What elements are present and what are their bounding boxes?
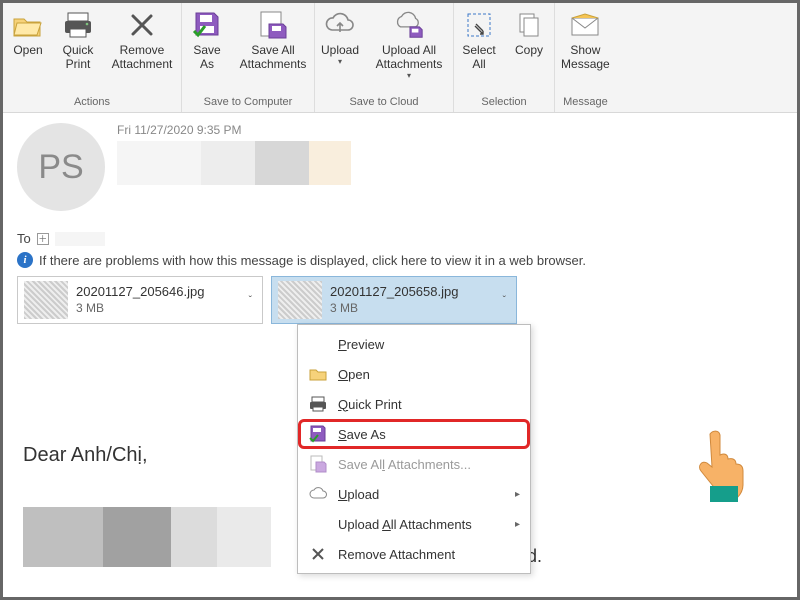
ctx-save-all: Save All Attachments... bbox=[298, 449, 530, 479]
remove-attachment-button[interactable]: Remove Attachment bbox=[103, 5, 181, 94]
x-icon bbox=[126, 9, 158, 41]
upload-all-label: Upload All Attachments bbox=[376, 43, 443, 71]
copy-button[interactable]: Copy bbox=[504, 5, 554, 94]
ctx-open[interactable]: Open bbox=[298, 359, 530, 389]
save-as-button[interactable]: Save As bbox=[182, 5, 232, 94]
message-header: PS Fri 11/27/2020 9:35 PM bbox=[17, 123, 783, 211]
blank-icon bbox=[308, 334, 328, 354]
ctx-save-as[interactable]: Save As bbox=[298, 419, 530, 449]
info-text: If there are problems with how this mess… bbox=[39, 253, 586, 268]
ribbon: Open Quick Print Remove Attachment Actio… bbox=[3, 3, 797, 113]
printer-icon bbox=[62, 9, 94, 41]
folder-open-icon bbox=[12, 9, 44, 41]
ribbon-group-save-cloud: Upload ▾ Upload All Attachments ▾ Save t… bbox=[315, 3, 454, 112]
timestamp: Fri 11/27/2020 9:35 PM bbox=[117, 123, 783, 137]
show-message-button[interactable]: Show Message bbox=[555, 5, 616, 94]
attachment-name: 20201127_205658.jpg bbox=[330, 284, 491, 300]
copy-label: Copy bbox=[515, 43, 543, 57]
open-label: Open bbox=[13, 43, 42, 57]
submenu-arrow-icon: ▸ bbox=[515, 519, 520, 530]
ribbon-group-message: Show Message Message bbox=[555, 3, 616, 112]
open-button[interactable]: Open bbox=[3, 5, 53, 94]
message-area: PS Fri 11/27/2020 9:35 PM To ＋ i If ther… bbox=[3, 113, 797, 577]
cloud-upload-icon bbox=[324, 9, 356, 41]
attachment-thumb-icon bbox=[278, 281, 322, 319]
ribbon-group-selection: Select All Copy Selection bbox=[454, 3, 555, 112]
to-row: To ＋ bbox=[17, 231, 783, 246]
submenu-arrow-icon: ▸ bbox=[515, 489, 520, 500]
copy-icon bbox=[513, 9, 545, 41]
attachment-thumb-icon bbox=[24, 281, 68, 319]
chevron-down-icon[interactable]: ˇ bbox=[499, 295, 510, 306]
quick-print-button[interactable]: Quick Print bbox=[53, 5, 103, 94]
info-bar[interactable]: i If there are problems with how this me… bbox=[17, 252, 783, 268]
select-all-button[interactable]: Select All bbox=[454, 5, 504, 94]
attachment-context-menu: Preview Open Quick Print Save As bbox=[297, 324, 531, 574]
x-icon bbox=[308, 544, 328, 564]
attachment-name: 20201127_205646.jpg bbox=[76, 284, 237, 300]
avatar: PS bbox=[17, 123, 105, 211]
ribbon-group-label-message: Message bbox=[563, 94, 608, 112]
chevron-down-icon: ▾ bbox=[407, 71, 411, 80]
info-icon: i bbox=[17, 252, 33, 268]
save-check-icon bbox=[308, 424, 328, 444]
folder-icon bbox=[308, 364, 328, 384]
ribbon-group-label-selection: Selection bbox=[481, 94, 526, 112]
ctx-upload-all[interactable]: Upload All Attachments ▸ bbox=[298, 509, 530, 539]
save-all-label: Save All Attachments bbox=[240, 43, 307, 71]
to-label: To bbox=[17, 231, 31, 246]
ribbon-group-save-computer: Save As Save All Attachments Save to Com… bbox=[182, 3, 315, 112]
ribbon-group-actions: Open Quick Print Remove Attachment Actio… bbox=[3, 3, 182, 112]
upload-label: Upload bbox=[321, 43, 359, 57]
remove-attachment-label: Remove Attachment bbox=[112, 43, 173, 71]
ctx-remove-attachment[interactable]: Remove Attachment bbox=[298, 539, 530, 569]
upload-button[interactable]: Upload ▾ bbox=[315, 5, 365, 94]
chevron-down-icon[interactable]: ˇ bbox=[245, 295, 256, 306]
quick-print-label: Quick Print bbox=[63, 43, 94, 71]
save-all-attachments-button[interactable]: Save All Attachments bbox=[232, 5, 314, 94]
ribbon-group-label-save-computer: Save to Computer bbox=[204, 94, 293, 112]
save-as-label: Save As bbox=[193, 43, 220, 71]
ctx-upload[interactable]: Upload ▸ bbox=[298, 479, 530, 509]
ctx-preview[interactable]: Preview bbox=[298, 329, 530, 359]
envelope-icon bbox=[569, 9, 601, 41]
cloud-icon bbox=[308, 484, 328, 504]
upload-all-button[interactable]: Upload All Attachments ▾ bbox=[365, 5, 453, 94]
attachment-card[interactable]: 20201127_205646.jpg 3 MB ˇ bbox=[17, 276, 263, 324]
attachment-size: 3 MB bbox=[330, 300, 491, 316]
save-all-icon bbox=[257, 9, 289, 41]
select-all-label: Select All bbox=[462, 43, 495, 71]
avatar-initials: PS bbox=[38, 148, 83, 187]
cloud-upload-all-icon bbox=[393, 9, 425, 41]
chevron-down-icon: ▾ bbox=[338, 57, 342, 66]
expand-recipients-icon[interactable]: ＋ bbox=[37, 233, 49, 245]
attachment-card-selected[interactable]: 20201127_205658.jpg 3 MB ˇ bbox=[271, 276, 517, 324]
save-check-icon bbox=[191, 9, 223, 41]
ctx-quick-print[interactable]: Quick Print bbox=[298, 389, 530, 419]
printer-icon bbox=[308, 394, 328, 414]
attachments: 20201127_205646.jpg 3 MB ˇ 20201127_2056… bbox=[17, 276, 783, 324]
show-message-label: Show Message bbox=[561, 43, 610, 71]
sender-redacted bbox=[117, 141, 783, 185]
save-all-icon bbox=[308, 454, 328, 474]
ribbon-group-label-save-cloud: Save to Cloud bbox=[349, 94, 418, 112]
attachment-size: 3 MB bbox=[76, 300, 237, 316]
ribbon-group-label-actions: Actions bbox=[74, 94, 110, 112]
select-all-icon bbox=[463, 9, 495, 41]
blank-icon bbox=[308, 514, 328, 534]
